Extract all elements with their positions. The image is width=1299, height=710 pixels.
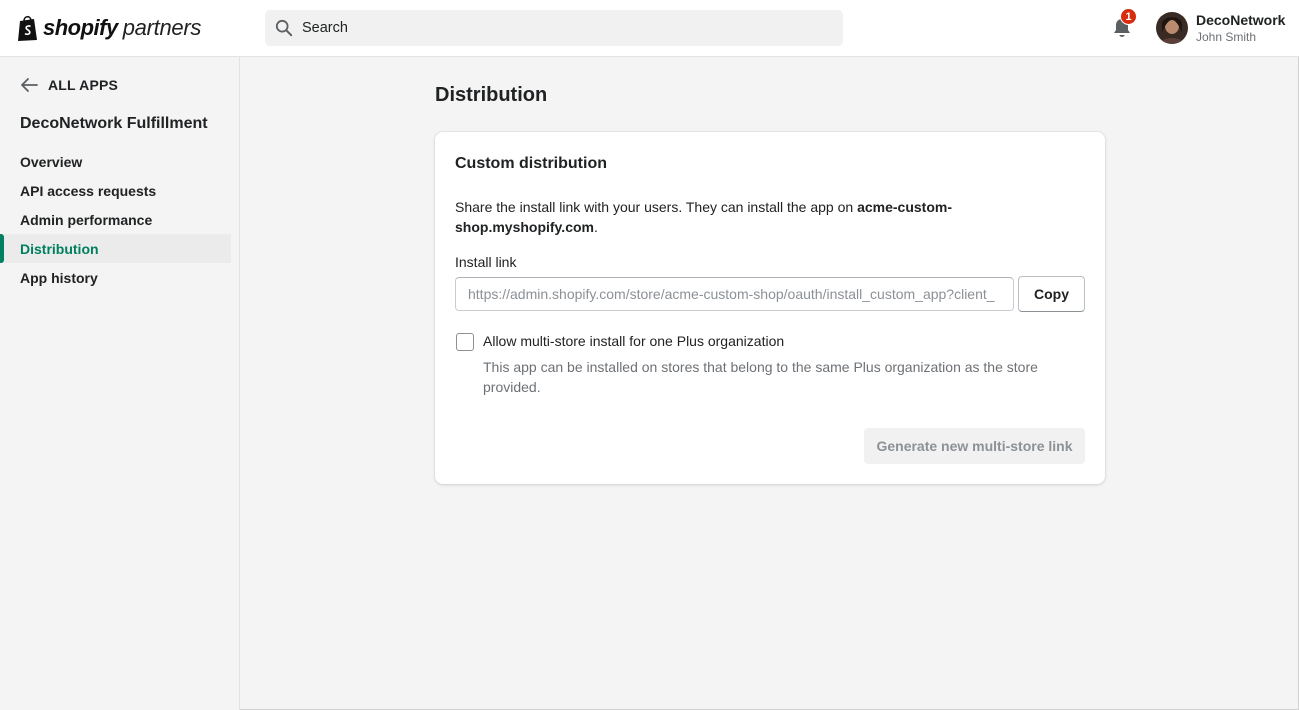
all-apps-back-link[interactable]: ALL APPS [20, 77, 118, 93]
install-link-label: Install link [455, 254, 517, 270]
search-placeholder: Search [302, 20, 348, 36]
sidebar-nav: Overview API access requests Admin perfo… [0, 147, 231, 292]
top-bar: shopify partners Search 1 DecoNetwork Jo… [0, 0, 1299, 57]
install-link-field[interactable] [455, 277, 1014, 311]
description-text: Share the install link with your users. … [455, 199, 858, 215]
sidebar-item-app-history[interactable]: App history [0, 263, 231, 292]
logo-shopify-text: shopify [43, 15, 118, 40]
sidebar-item-api-access-requests[interactable]: API access requests [0, 176, 231, 205]
avatar[interactable] [1156, 12, 1188, 44]
shopify-partners-logo[interactable]: shopify partners [16, 14, 201, 42]
distribution-description: Share the install link with your users. … [455, 197, 1015, 237]
page-title: Distribution [435, 84, 548, 106]
organization-name: DecoNetwork [1196, 12, 1286, 28]
app-name-heading: DecoNetwork Fulfillment [20, 115, 208, 132]
sidebar-item-distribution[interactable]: Distribution [0, 234, 231, 263]
custom-distribution-card: Custom distribution Share the install li… [435, 132, 1105, 484]
all-apps-label: ALL APPS [48, 77, 119, 93]
sidebar-item-admin-performance[interactable]: Admin performance [0, 205, 231, 234]
card-title: Custom distribution [455, 155, 607, 172]
arrow-left-icon [21, 78, 38, 92]
notification-count-badge: 1 [1120, 8, 1137, 25]
user-menu[interactable]: DecoNetwork John Smith [1196, 12, 1285, 46]
multi-store-checkbox[interactable] [456, 333, 474, 351]
avatar-image [1156, 12, 1188, 44]
copy-button[interactable]: Copy [1018, 276, 1085, 312]
app-window: shopify partners Search 1 DecoNetwork Jo… [0, 0, 1299, 710]
logo-partners-text: partners [122, 15, 202, 40]
description-end: . [593, 219, 598, 235]
search-bar[interactable]: Search [265, 10, 843, 46]
user-name: John Smith [1196, 30, 1257, 44]
generate-multi-store-link-button[interactable]: Generate new multi-store link [864, 428, 1085, 464]
sidebar: ALL APPS DecoNetwork Fulfillment Overvie… [0, 57, 240, 710]
multi-store-help-text: This app can be installed on stores that… [483, 359, 1038, 395]
multi-store-checkbox-label[interactable]: Allow multi-store install for one Plus o… [483, 333, 784, 349]
shopify-bag-icon [18, 15, 37, 41]
search-icon [275, 19, 293, 37]
sidebar-item-overview[interactable]: Overview [0, 147, 231, 176]
